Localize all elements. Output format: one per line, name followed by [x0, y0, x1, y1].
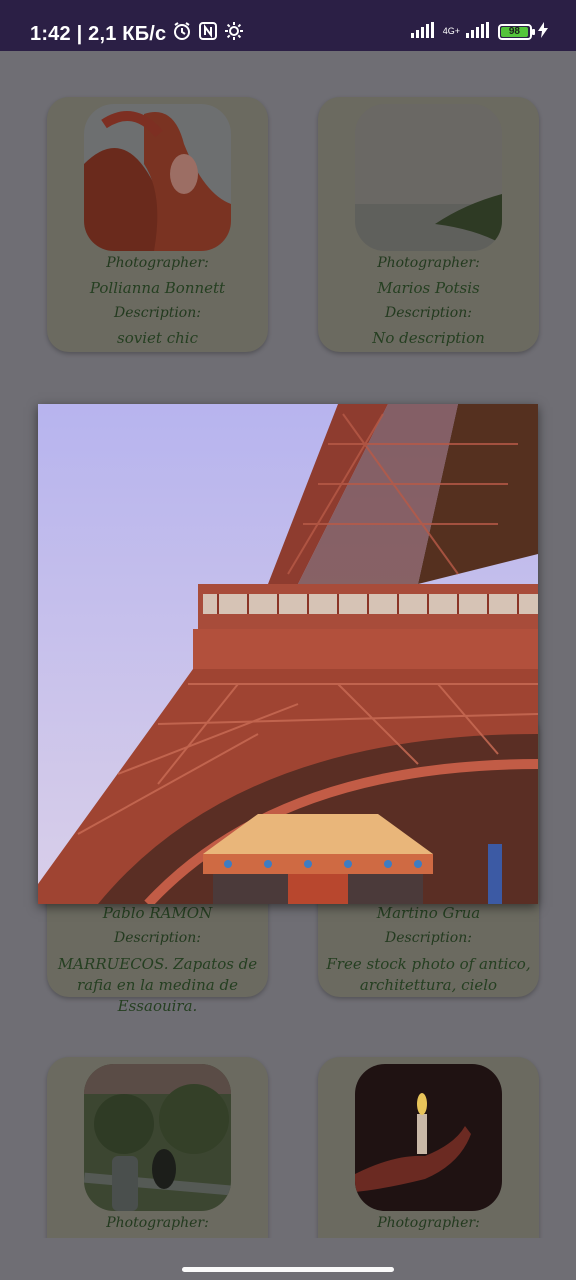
home-gesture-bar[interactable] — [182, 1267, 394, 1272]
photographer-label: Photographer: — [106, 1215, 209, 1231]
description-text: MARRUECOS. Zapatos de rafia en la medina… — [57, 955, 258, 1015]
photographer-name: Pollianna Bonnett — [89, 279, 226, 297]
photographer-name: Pablo RAMON — [102, 904, 213, 922]
navigation-bar — [0, 1238, 576, 1280]
description-text: soviet chic — [117, 329, 198, 347]
status-bar: 1:42 | 2,1 КБ/с 4G+ 98 — [0, 0, 576, 51]
description-label: Description: — [114, 305, 201, 321]
photo-card[interactable]: Photographer: Pollianna Bonnett Descript… — [47, 97, 268, 352]
photo-card[interactable]: Photographer: — [47, 1057, 268, 1238]
signal-icon — [466, 22, 492, 41]
photo-thumbnail[interactable] — [84, 1064, 231, 1211]
photo-card[interactable]: Photographer: Marios Potsis Description:… — [318, 97, 539, 352]
description-label: Description: — [385, 930, 472, 946]
battery-icon: 98 — [498, 23, 535, 40]
photographer-label: Photographer: — [377, 1215, 480, 1231]
status-right: 4G+ 98 — [410, 22, 548, 41]
photo-thumbnail[interactable] — [355, 1064, 502, 1211]
description-label: Description: — [114, 930, 201, 946]
photographer-name: Marios Potsis — [377, 279, 480, 297]
photo-thumbnail[interactable] — [84, 104, 231, 251]
photographer-label: Photographer: — [377, 255, 480, 271]
photographer-name: Martino Grua — [376, 904, 481, 922]
photographer-label: Photographer: — [106, 255, 209, 271]
description-text: No description — [372, 329, 485, 347]
status-left: 1:42 | 2,1 КБ/с — [30, 21, 244, 47]
photo-thumbnail[interactable] — [355, 104, 502, 251]
description-text: Free stock photo of antico, architettura… — [326, 955, 531, 994]
signal-icon — [410, 22, 437, 41]
nfc-icon — [198, 21, 218, 47]
battery-level: 98 — [501, 26, 528, 37]
description-label: Description: — [385, 305, 472, 321]
network-type: 4G+ — [442, 26, 460, 36]
time-and-speed: 1:42 | 2,1 КБ/с — [30, 22, 167, 45]
expanded-photo-eiffel-tower[interactable] — [38, 404, 538, 904]
settings-gear-icon — [224, 21, 244, 47]
photo-card[interactable]: Photographer: — [318, 1057, 539, 1238]
alarm-icon — [172, 21, 192, 47]
charging-icon — [538, 22, 548, 41]
